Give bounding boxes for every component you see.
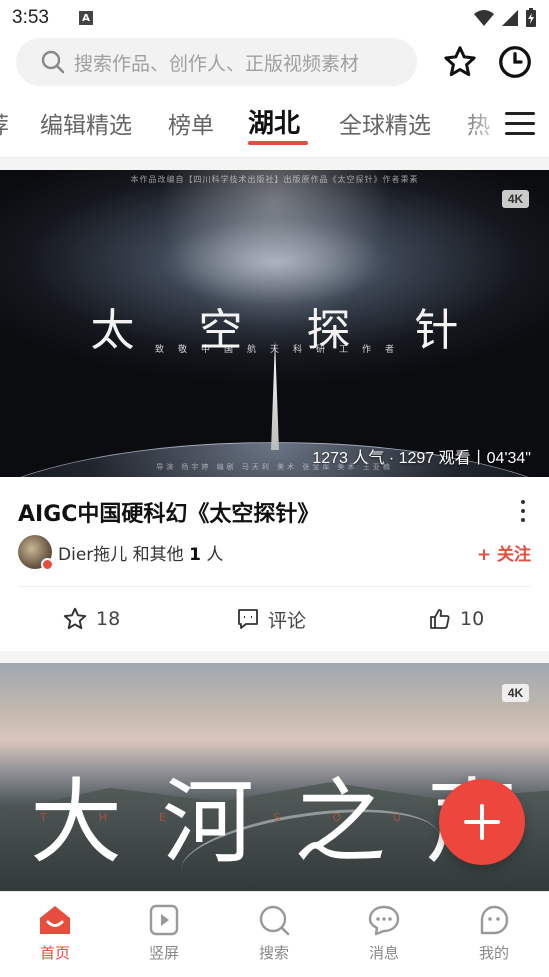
message-icon [368, 905, 400, 936]
author-row: Dier拖儿 和其他 1 人 + 关注 [18, 534, 531, 571]
favorites-star-icon[interactable] [441, 43, 479, 81]
video-stats: 1273 人气 · 1297 观看丨04'34" [312, 450, 531, 467]
nav-home-label: 首页 [39, 944, 70, 962]
active-tab-indicator [248, 141, 308, 145]
thumbnail-top-text: 本作品改编自【四川科学技术出版社】出版原作品《太空探针》作者秉素 [130, 175, 419, 184]
nav-profile-label: 我的 [478, 944, 509, 962]
thumbs-up-icon [430, 609, 450, 629]
plus-icon [464, 804, 500, 840]
tab-recommend[interactable]: 荐 [0, 106, 9, 140]
search-placeholder: 搜索作品、创作人、正版视频素材 [74, 52, 360, 75]
vertical-video-icon [149, 904, 179, 936]
tab-editor-picks[interactable]: 编辑精选 [40, 106, 132, 140]
home-icon [40, 906, 70, 934]
star-icon [63, 607, 87, 630]
video-card[interactable]: 本作品改编自【四川科学技术出版社】出版原作品《太空探针》作者秉素 太空探针 致敬… [0, 170, 549, 651]
card-actions: 18 评论 10 [0, 602, 549, 636]
comment-label: 评论 [268, 609, 307, 632]
signal-icon [502, 10, 518, 26]
tab-hubei[interactable]: 湖北 [248, 103, 300, 140]
like-count: 10 [460, 608, 485, 630]
battery-icon [526, 8, 536, 27]
status-indicators [473, 8, 537, 28]
tab-global-picks[interactable]: 全球精选 [339, 106, 431, 140]
nav-messages-label: 消息 [368, 944, 399, 962]
card-divider [18, 586, 531, 587]
nav-vertical-label: 竖屏 [148, 944, 179, 962]
nav-profile[interactable]: 我的 [454, 904, 534, 963]
follow-button[interactable]: + 关注 [477, 540, 531, 565]
status-bar: 3:53 A [0, 0, 549, 36]
resolution-badge: 4K [502, 190, 529, 208]
resolution-badge-2: 4K [502, 684, 529, 702]
status-time: 3:53 [12, 7, 49, 28]
search-bar[interactable]: 搜索作品、创作人、正版视频素材 [16, 38, 417, 86]
author-name: Dier拖儿 [58, 544, 128, 565]
video-thumbnail[interactable]: 本作品改编自【四川科学技术出版社】出版原作品《太空探针》作者秉素 太空探针 致敬… [0, 170, 549, 477]
search-icon [259, 905, 290, 936]
verified-badge-icon [41, 558, 54, 571]
author-unit: 人 [206, 544, 224, 565]
author-info[interactable]: Dier拖儿 和其他 1 人 [58, 540, 223, 565]
bottom-navigation: 首页 竖屏 搜索 消息 我的 [0, 891, 549, 977]
wifi-icon [474, 10, 494, 26]
search-icon [41, 50, 65, 74]
author-and-others: 和其他 [132, 544, 184, 565]
category-tabs: 荐 编辑精选 榜单 湖北 全球精选 热 [0, 92, 549, 158]
header: 搜索作品、创作人、正版视频素材 [0, 36, 549, 90]
nav-search-label: 搜索 [258, 944, 289, 962]
author-count: 1 [189, 544, 201, 565]
nav-home[interactable]: 首页 [15, 904, 95, 963]
comment-button[interactable]: 评论 [236, 602, 306, 636]
notification-badge-icon: A [78, 11, 93, 25]
profile-icon [480, 905, 509, 935]
tabs-menu-icon[interactable] [505, 108, 535, 138]
tabs-fade [459, 92, 509, 158]
avatar[interactable] [18, 535, 54, 571]
favorite-button[interactable]: 18 [62, 602, 120, 636]
like-button[interactable]: 10 [428, 602, 484, 636]
nav-search[interactable]: 搜索 [234, 904, 314, 963]
more-options-icon[interactable] [513, 498, 533, 524]
comment-icon [238, 609, 258, 629]
tab-rankings[interactable]: 榜单 [168, 106, 214, 140]
nav-vertical[interactable]: 竖屏 [124, 904, 204, 963]
video-title[interactable]: AIGC中国硬科幻《太空探针》 [18, 496, 319, 528]
nav-messages[interactable]: 消息 [344, 904, 424, 963]
favorite-count: 18 [96, 608, 121, 630]
thumbnail-subtitle-text: 致敬中国航天科研工作者 [154, 345, 408, 355]
history-clock-icon[interactable] [496, 43, 534, 81]
create-fab-button[interactable] [439, 779, 525, 865]
